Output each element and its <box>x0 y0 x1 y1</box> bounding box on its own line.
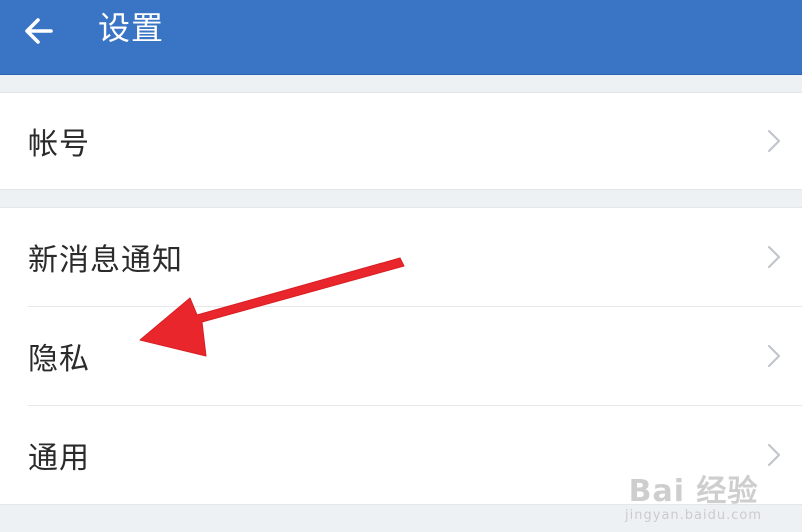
page-title: 设置 <box>98 9 165 47</box>
settings-item-label: 通用 <box>28 441 90 476</box>
settings-group-account: 帐号 <box>0 92 802 190</box>
settings-group-main: 新消息通知 隐私 通用 <box>0 207 802 505</box>
back-button[interactable] <box>10 6 68 56</box>
chevron-right-icon <box>767 129 781 153</box>
settings-item-privacy[interactable]: 隐私 <box>0 307 802 405</box>
settings-item-label: 帐号 <box>28 127 90 162</box>
settings-item-label: 新消息通知 <box>28 243 183 278</box>
settings-item-account[interactable]: 帐号 <box>0 93 802 189</box>
chevron-right-icon <box>767 344 781 368</box>
chevron-right-icon <box>767 443 781 467</box>
arrow-left-icon <box>25 18 53 44</box>
watermark: Bai 经验 jingyan.baidu.com <box>625 476 762 524</box>
settings-item-label: 隐私 <box>28 342 90 377</box>
settings-screen: 设置 帐号 新消息通知 隐私 通用 Bai 经验 jingyan.baidu.c… <box>0 0 802 532</box>
settings-item-notifications[interactable]: 新消息通知 <box>0 208 802 306</box>
chevron-right-icon <box>767 245 781 269</box>
watermark-logo: Bai 经验 <box>628 474 759 509</box>
top-bar: 设置 <box>0 0 802 74</box>
watermark-url: jingyan.baidu.com <box>625 508 762 523</box>
